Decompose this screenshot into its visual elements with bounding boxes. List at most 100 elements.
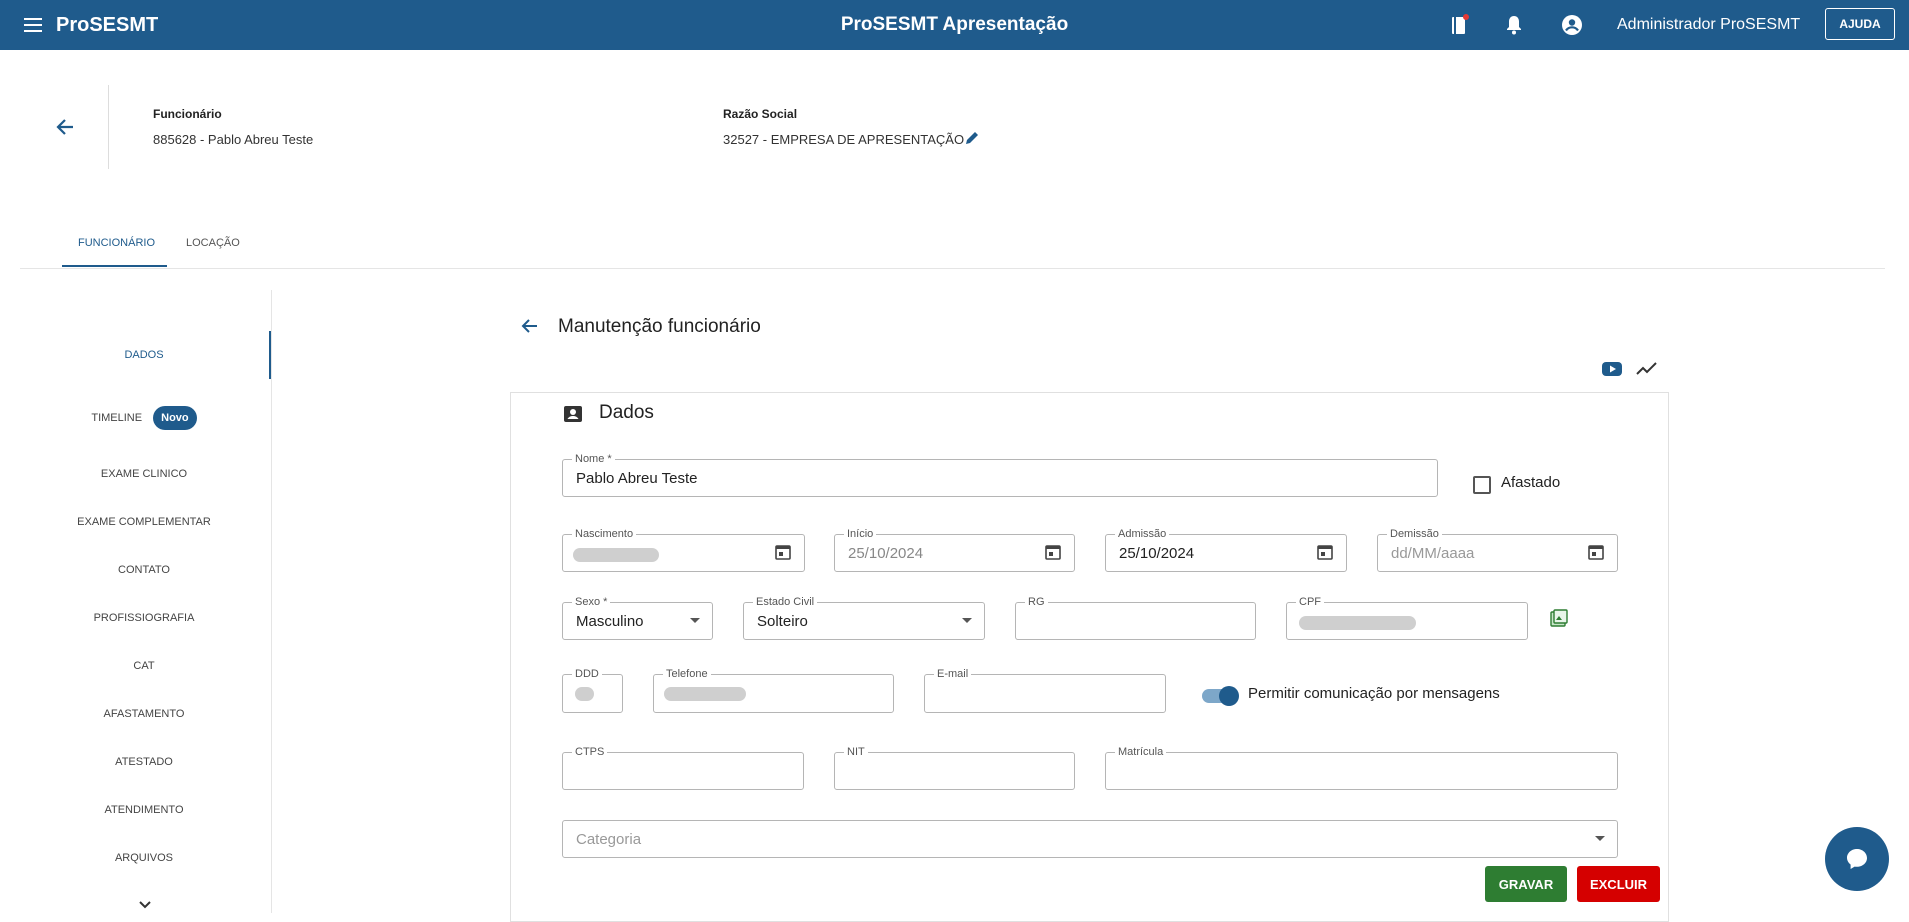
company-label: Razão Social xyxy=(723,107,798,121)
cpf-label: CPF xyxy=(1296,595,1324,609)
chat-button[interactable] xyxy=(1825,827,1889,891)
page-title: Manutenção funcionário xyxy=(558,316,761,337)
email-label: E-mail xyxy=(934,667,972,681)
messaging-toggle-label: Permitir comunicação por mensagens xyxy=(1248,685,1500,702)
sidebar-item-label: EXAME CLINICO xyxy=(100,468,188,481)
sexo-select[interactable]: Sexo * Masculino xyxy=(562,595,713,640)
redacted-value xyxy=(575,687,594,701)
sidebar-item-timeline[interactable]: TIMELINE Novo xyxy=(0,406,288,430)
admissao-value: 25/10/2024 xyxy=(1119,544,1195,562)
inicio-field[interactable]: Início 25/10/2024 xyxy=(834,527,1075,572)
messaging-toggle[interactable] xyxy=(1200,686,1240,706)
email-field[interactable]: E-mail xyxy=(924,667,1166,713)
sidebar-item-cat[interactable]: CAT xyxy=(0,658,288,674)
tab-funcionario[interactable]: FUNCIONÁRIO xyxy=(78,237,155,249)
admissao-field[interactable]: Admissão 25/10/2024 xyxy=(1105,527,1347,572)
dropdown-caret-icon xyxy=(1595,836,1605,841)
nascimento-field[interactable]: Nascimento xyxy=(562,527,805,572)
edit-pencil-icon[interactable] xyxy=(964,130,980,146)
nit-label: NIT xyxy=(844,745,868,759)
sidebar-item-label: AFASTAMENTO xyxy=(103,708,185,721)
account-circle-icon[interactable] xyxy=(1560,13,1584,37)
user-name[interactable]: Administrador ProSESMT xyxy=(1617,16,1800,34)
back-arrow-icon[interactable] xyxy=(519,316,539,336)
menu-icon[interactable] xyxy=(22,15,44,35)
calendar-icon[interactable] xyxy=(1587,543,1605,561)
nome-value: Pablo Abreu Teste xyxy=(576,469,698,487)
nit-field[interactable]: NIT xyxy=(834,745,1075,790)
rg-label: RG xyxy=(1025,595,1048,609)
chat-bubble-icon xyxy=(1847,849,1867,869)
sidebar-item-afastamento[interactable]: AFASTAMENTO xyxy=(0,706,288,722)
book-icon[interactable] xyxy=(1447,13,1471,37)
nascimento-label: Nascimento xyxy=(572,527,637,541)
redacted-value xyxy=(1299,616,1416,630)
ddd-field[interactable]: DDD xyxy=(562,667,623,713)
categoria-select[interactable]: Categoria xyxy=(562,820,1618,858)
app-name: ProSESMT xyxy=(56,14,159,36)
sidebar-item-exame-clinico[interactable]: EXAME CLINICO xyxy=(0,466,288,482)
youtube-icon[interactable] xyxy=(1601,359,1623,379)
matricula-field[interactable]: Matrícula xyxy=(1105,745,1618,790)
help-button[interactable]: AJUDA xyxy=(1825,8,1895,40)
categoria-placeholder: Categoria xyxy=(576,830,642,848)
calendar-icon[interactable] xyxy=(1044,543,1062,561)
sidebar-item-label: ARQUIVOS xyxy=(114,852,174,865)
sidebar-item-label: PROFISSIOGRAFIA xyxy=(93,612,195,625)
tabs-divider xyxy=(20,268,1885,269)
dropdown-caret-icon xyxy=(962,618,972,623)
estado-civil-value: Solteiro xyxy=(757,612,808,630)
sidebar-item-label: CONTATO xyxy=(118,564,170,577)
sidebar-item-label: ATESTADO xyxy=(115,756,173,769)
header-divider xyxy=(108,85,109,169)
ctps-field[interactable]: CTPS xyxy=(562,745,804,790)
sidebar-item-atendimento[interactable]: ATENDIMENTO xyxy=(0,802,288,818)
calendar-icon[interactable] xyxy=(774,543,792,561)
estado-civil-select[interactable]: Estado Civil Solteiro xyxy=(743,595,985,640)
demissao-placeholder: dd/MM/aaaa xyxy=(1391,544,1475,562)
cpf-field[interactable]: CPF xyxy=(1286,595,1528,640)
toggle-knob xyxy=(1219,686,1239,706)
redacted-value xyxy=(664,687,746,701)
sidebar-item-atestado[interactable]: ATESTADO xyxy=(0,754,288,770)
sidebar-item-label: CAT xyxy=(133,660,155,673)
document-icon[interactable] xyxy=(1548,608,1570,630)
ddd-label: DDD xyxy=(572,667,602,681)
save-button[interactable]: GRAVAR xyxy=(1485,866,1567,902)
sexo-value: Masculino xyxy=(576,612,644,630)
company-value: 32527 - EMPRESA DE APRESENTAÇÃO xyxy=(723,132,965,147)
tab-locacao[interactable]: LOCAÇÃO xyxy=(186,237,240,249)
dropdown-caret-icon xyxy=(690,618,700,623)
delete-button[interactable]: EXCLUIR xyxy=(1577,866,1660,902)
sidebar-item-label: TIMELINE xyxy=(91,412,143,424)
sidebar-item-label: EXAME COMPLEMENTAR xyxy=(77,516,211,529)
chevron-down-icon[interactable] xyxy=(138,900,152,910)
sidebar-item-dados[interactable]: DADOS xyxy=(0,347,288,363)
calendar-icon[interactable] xyxy=(1316,543,1334,561)
sidebar-item-contato[interactable]: CONTATO xyxy=(0,562,288,578)
new-badge: Novo xyxy=(153,406,197,430)
sidebar-divider xyxy=(271,290,272,913)
demissao-field[interactable]: Demissão dd/MM/aaaa xyxy=(1377,527,1618,572)
nome-field[interactable]: Nome * Pablo Abreu Teste xyxy=(562,452,1438,497)
trending-icon[interactable] xyxy=(1636,359,1658,379)
sidebar-item-exame-complementar[interactable]: EXAME COMPLEMENTAR xyxy=(0,514,288,530)
redacted-value xyxy=(573,548,659,562)
sidebar-item-profissiografia[interactable]: PROFISSIOGRAFIA xyxy=(0,610,288,626)
employee-value: 885628 - Pablo Abreu Teste xyxy=(153,132,314,147)
top-app-bar: ProSESMT ProSESMT Apresentação Administr… xyxy=(0,0,1909,50)
rg-field[interactable]: RG xyxy=(1015,595,1256,640)
telefone-field[interactable]: Telefone xyxy=(653,667,894,713)
afastado-label: Afastado xyxy=(1501,474,1561,491)
contact-card-icon xyxy=(564,406,582,422)
section-title: Dados xyxy=(599,402,654,423)
afastado-checkbox[interactable] xyxy=(1473,476,1491,494)
sidebar-item-label: ATENDIMENTO xyxy=(104,804,184,817)
sidebar-item-label: DADOS xyxy=(124,349,164,362)
bell-icon[interactable] xyxy=(1502,13,1526,37)
inicio-value: 25/10/2024 xyxy=(848,544,924,562)
active-tab-indicator xyxy=(62,265,167,267)
back-arrow-icon[interactable] xyxy=(54,116,76,138)
ctps-label: CTPS xyxy=(572,745,608,759)
sidebar-item-arquivos[interactable]: ARQUIVOS xyxy=(0,850,288,866)
